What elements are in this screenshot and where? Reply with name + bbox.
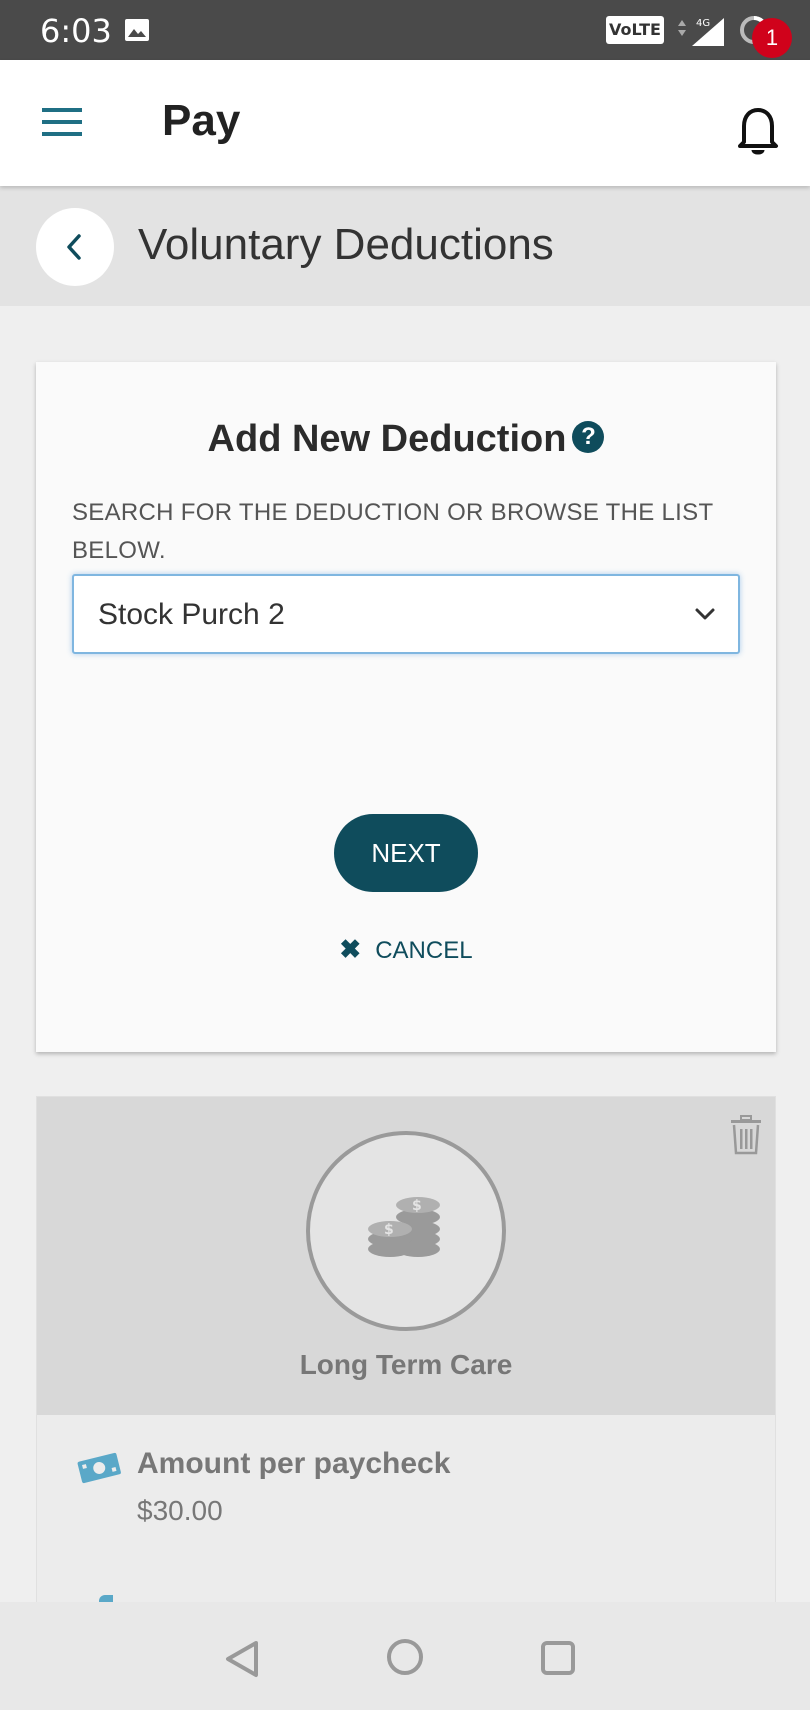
- chevron-down-icon: [695, 608, 715, 620]
- cancel-label: CANCEL: [375, 937, 473, 964]
- page-title: Voluntary Deductions: [138, 220, 554, 269]
- deduction-name: Long Term Care: [299, 1349, 513, 1380]
- amount-label: Amount per paycheck: [137, 1447, 451, 1480]
- coins-icon: $ $: [368, 1197, 440, 1257]
- nav-home-icon[interactable]: [386, 1638, 424, 1676]
- amount-value: $30.00: [137, 1495, 223, 1526]
- deduction-select-value: Stock Purch 2: [98, 598, 285, 631]
- search-instruction: SEARCH FOR THE DEDUCTION OR BROWSE THE L…: [72, 499, 713, 564]
- bell-icon[interactable]: [730, 98, 786, 158]
- network-type: 4G: [696, 18, 710, 29]
- card-title-row: Add New Deduction?: [36, 418, 776, 461]
- cancel-button[interactable]: ✖ CANCEL: [36, 934, 776, 965]
- status-time: 6:03: [40, 12, 112, 50]
- signal-icon: 4G: [678, 18, 724, 46]
- help-icon[interactable]: ?: [572, 420, 605, 453]
- svg-text:$: $: [412, 1198, 422, 1214]
- menu-icon[interactable]: [40, 104, 84, 140]
- nav-recents-icon[interactable]: [540, 1640, 576, 1676]
- partial-icon: [99, 1595, 113, 1602]
- deduction-card: $ $ Long Term Care Amount per paycheck $…: [36, 1096, 776, 1602]
- app-bar: Pay: [0, 60, 810, 186]
- svg-text:$: $: [384, 1222, 394, 1238]
- system-nav-bar: [0, 1602, 810, 1710]
- notification-badge[interactable]: 1: [752, 18, 792, 58]
- back-button[interactable]: [36, 208, 114, 286]
- app-title: Pay: [162, 96, 241, 145]
- money-icon: [77, 1452, 121, 1484]
- main-content[interactable]: Add New Deduction? SEARCH FOR THE DEDUCT…: [0, 306, 810, 1602]
- deduction-icon-circle: $ $: [306, 1131, 506, 1331]
- next-button[interactable]: NEXT: [334, 814, 478, 892]
- deduction-select[interactable]: Stock Purch 2: [72, 574, 740, 654]
- status-bar: 6:03 VoLTE 4G: [0, 0, 810, 60]
- deduction-card-header: $ $ Long Term Care: [37, 1097, 775, 1415]
- add-deduction-card: Add New Deduction? SEARCH FOR THE DEDUCT…: [36, 362, 776, 1052]
- chevron-left-icon: [67, 234, 81, 260]
- card-title: Add New Deduction: [207, 418, 567, 460]
- trash-icon[interactable]: [729, 1115, 763, 1155]
- volte-badge: VoLTE: [606, 16, 664, 44]
- page-header: Voluntary Deductions: [0, 186, 810, 306]
- nav-back-icon[interactable]: [224, 1640, 260, 1678]
- image-icon: [125, 19, 149, 41]
- close-icon: ✖: [339, 934, 362, 964]
